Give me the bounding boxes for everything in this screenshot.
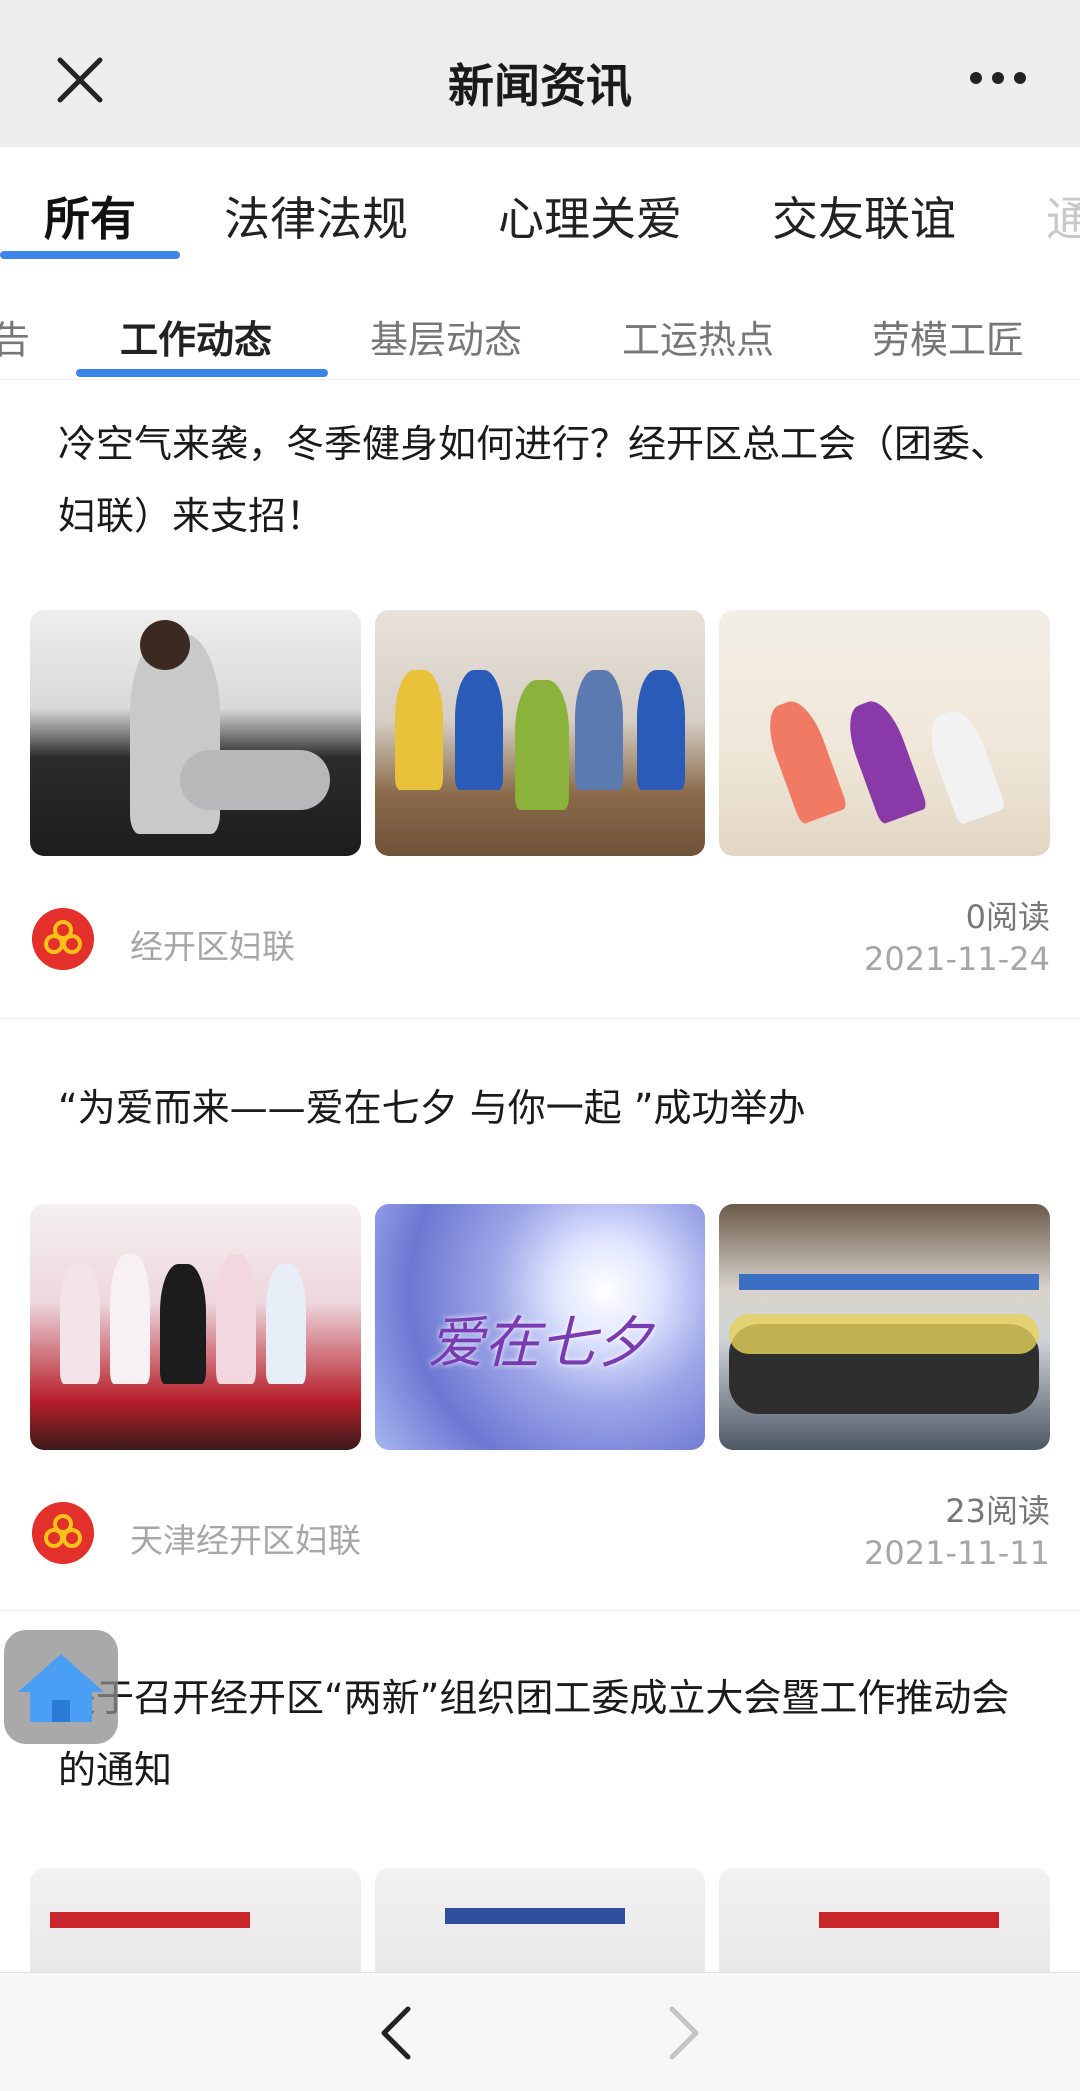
primary-tab-bar: 所有 法律法规 心理关爱 交友联谊 通 bbox=[0, 147, 1080, 265]
tab-laws[interactable]: 法律法规 bbox=[224, 183, 408, 249]
secondary-tab-bar: 告 工作动态 基层动态 工运热点 劳模工匠 bbox=[0, 265, 1080, 380]
bottom-nav-bar bbox=[0, 1972, 1080, 2091]
divider bbox=[0, 1018, 1080, 1019]
subtab-model-workers[interactable]: 劳模工匠 bbox=[872, 309, 1024, 364]
subtab-partial[interactable]: 告 bbox=[0, 309, 30, 364]
tab-all[interactable]: 所有 bbox=[44, 183, 136, 249]
womens-federation-logo-icon bbox=[32, 1502, 94, 1564]
subtab-work-news[interactable]: 工作动态 bbox=[120, 309, 272, 364]
article-source: 天津经开区妇联 bbox=[130, 1521, 361, 1560]
subtab-grassroots[interactable]: 基层动态 bbox=[370, 309, 522, 364]
chevron-left-icon[interactable] bbox=[376, 2003, 416, 2063]
publish-date: 2021-11-24 bbox=[864, 940, 1050, 978]
article-meta: 天津经开区妇联 23阅读 2021-11-11 bbox=[30, 1486, 1050, 1586]
article-image[interactable] bbox=[374, 610, 706, 856]
article-image[interactable] bbox=[719, 610, 1051, 856]
tab-dating[interactable]: 交友联谊 bbox=[772, 183, 956, 249]
article-image[interactable]: 爱在七夕 bbox=[374, 1204, 706, 1450]
article-images[interactable] bbox=[30, 610, 1051, 856]
chevron-right-icon[interactable] bbox=[664, 2003, 704, 2063]
page-title: 新闻资讯 bbox=[448, 59, 632, 113]
tab-notice-partial[interactable]: 通 bbox=[1046, 183, 1080, 249]
article-source: 经开区妇联 bbox=[130, 927, 295, 966]
publish-date: 2021-11-11 bbox=[864, 1534, 1050, 1572]
title-bar: 新闻资讯 bbox=[0, 0, 1080, 147]
womens-federation-logo-icon bbox=[32, 908, 94, 970]
image-caption: 爱在七夕 bbox=[428, 1311, 652, 1376]
home-icon bbox=[18, 1654, 104, 1722]
article-title[interactable]: 冷空气来袭，冬季健身如何进行？经开区总工会（团委、妇联）来支招！ bbox=[58, 408, 1028, 552]
read-count: 23阅读 bbox=[945, 1492, 1050, 1530]
active-tab-indicator bbox=[0, 251, 180, 259]
more-icon[interactable] bbox=[968, 66, 1028, 90]
article-image[interactable] bbox=[719, 1204, 1051, 1450]
article-image[interactable] bbox=[30, 1204, 361, 1450]
article-image[interactable] bbox=[30, 610, 361, 856]
home-button[interactable] bbox=[4, 1630, 118, 1744]
divider bbox=[0, 1610, 1080, 1611]
article-title[interactable]: 关于召开经开区“两新”组织团工委成立大会暨工作推动会的通知 bbox=[58, 1662, 1028, 1806]
article-meta: 经开区妇联 0阅读 2021-11-24 bbox=[30, 892, 1050, 992]
read-count: 0阅读 bbox=[965, 898, 1050, 936]
article-title[interactable]: “为爱而来——爱在七夕 与你一起 ”成功举办 bbox=[58, 1072, 1028, 1144]
active-subtab-indicator bbox=[76, 369, 328, 377]
article-images[interactable]: 爱在七夕 bbox=[30, 1204, 1051, 1450]
tab-psychology[interactable]: 心理关爱 bbox=[498, 183, 682, 249]
subtab-labor-hotspots[interactable]: 工运热点 bbox=[622, 309, 774, 364]
